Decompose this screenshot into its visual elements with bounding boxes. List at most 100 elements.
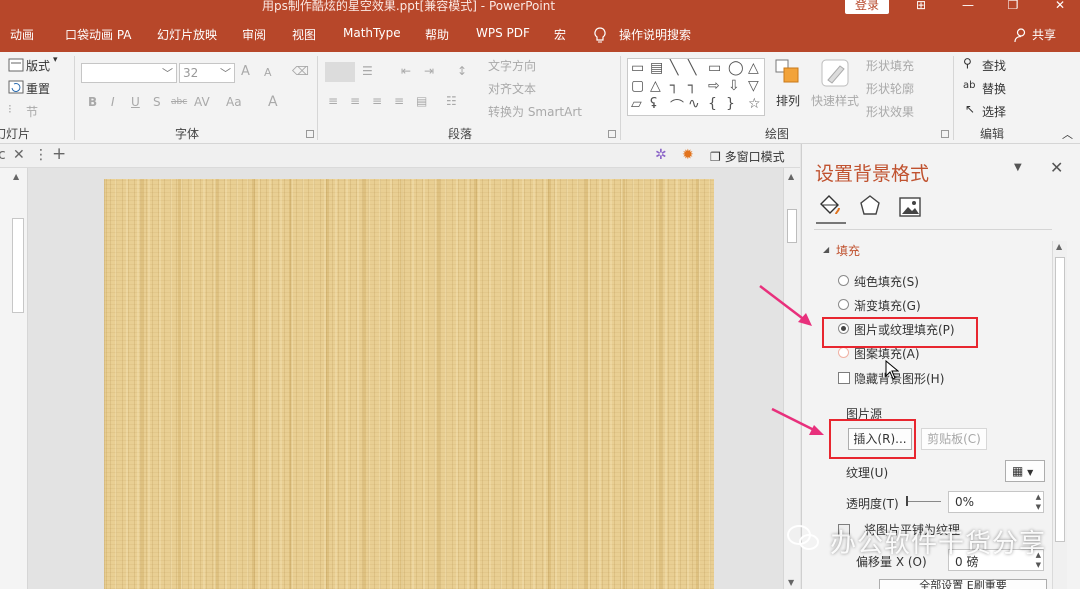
align-right-button[interactable]: ≡ <box>372 94 382 108</box>
multi-window-button[interactable]: ❐ 多窗口模式 <box>710 148 785 165</box>
scroll-up-icon[interactable]: ▲ <box>1056 242 1062 251</box>
fill-bucket-icon[interactable] <box>817 194 843 218</box>
ribbon-display-icon[interactable]: ⊞ <box>906 0 936 14</box>
shape-outline-button[interactable]: 形状轮廓 <box>866 80 914 97</box>
reset-button[interactable]: 重置 <box>26 80 50 97</box>
font-name-box[interactable]: ﹀ <box>81 63 177 83</box>
hide-background-checkbox[interactable] <box>838 372 850 384</box>
tell-me-search[interactable]: 操作说明搜索 <box>619 26 691 43</box>
tab-mathtype[interactable]: MathType <box>343 26 401 40</box>
scroll-up-icon[interactable]: ▲ <box>788 172 794 181</box>
decrease-indent-button[interactable]: ⇤ <box>401 64 411 78</box>
gradient-fill-label[interactable]: 渐变填充(G) <box>854 297 921 314</box>
convert-smartart-button[interactable]: 转换为 SmartArt <box>488 103 582 120</box>
apply-all-button[interactable]: 全部设置 E刷重要 <box>879 579 1047 589</box>
shrink-font-button[interactable]: A <box>264 66 272 79</box>
align-center-button[interactable]: ≡ <box>350 94 360 108</box>
transparency-slider-thumb[interactable] <box>906 496 908 506</box>
bullets-button[interactable] <box>325 62 355 82</box>
char-spacing-button[interactable]: AV <box>194 95 210 109</box>
pane-scroll-thumb[interactable] <box>1055 257 1065 542</box>
solid-fill-radio[interactable] <box>838 275 849 286</box>
select-button[interactable]: 选择 <box>982 103 1006 120</box>
scroll-up-icon[interactable]: ▲ <box>13 172 19 181</box>
shadow-button[interactable]: S <box>153 95 161 109</box>
underline-button[interactable]: U <box>131 95 140 109</box>
ribbon: 版式 ▾ 重置 ⁝ 节 幻灯片 ﹀ 32 ﹀ A A ⌫ B I U S abc … <box>0 52 1080 144</box>
close-pane-icon[interactable]: ✕ <box>13 147 25 163</box>
grow-font-button[interactable]: A <box>241 64 250 79</box>
magic-icon[interactable]: ✲ <box>655 147 667 163</box>
pane-scrollbar[interactable]: ▲ <box>1052 241 1067 589</box>
share-button[interactable]: 共享 <box>1032 26 1056 43</box>
close-window-icon[interactable]: ✕ <box>1045 0 1075 14</box>
pane-options-icon[interactable]: ▼ <box>1014 162 1022 173</box>
layout-dropdown-icon[interactable]: ▾ <box>53 55 58 65</box>
scroll-thumb[interactable] <box>787 209 797 243</box>
user-icon <box>1014 28 1026 42</box>
layout-button[interactable]: 版式 <box>26 57 50 74</box>
gradient-fill-radio[interactable] <box>838 299 849 310</box>
texture-picker[interactable]: ▦ ▼ <box>1005 460 1045 482</box>
tab-wps-pdf[interactable]: WPS PDF <box>476 26 530 40</box>
find-button[interactable]: 查找 <box>982 57 1006 74</box>
strikethrough-button[interactable]: abc <box>171 97 187 107</box>
collapse-ribbon-icon[interactable]: ︿ <box>1062 126 1073 142</box>
hide-background-label[interactable]: 隐藏背景图形(H) <box>854 370 944 387</box>
tab-view[interactable]: 视图 <box>292 26 316 43</box>
pattern-fill-radio[interactable] <box>838 347 849 358</box>
transparency-slider[interactable] <box>907 501 941 502</box>
shape-effects-button[interactable]: 形状效果 <box>866 103 914 120</box>
gear-icon[interactable]: ✹ <box>682 147 694 163</box>
paragraph-dialog-launcher[interactable] <box>608 130 616 138</box>
shape-fill-button[interactable]: 形状填充 <box>866 57 914 74</box>
effects-pentagon-icon[interactable] <box>858 194 882 218</box>
text-direction-button[interactable]: 文字方向 <box>488 57 536 74</box>
drawing-dialog-launcher[interactable] <box>941 130 949 138</box>
tab-macro[interactable]: 宏 <box>554 26 566 43</box>
tab-help[interactable]: 帮助 <box>425 26 449 43</box>
clipboard-button[interactable]: 剪贴板(C) <box>921 428 987 450</box>
collapse-fill-icon[interactable]: ◢ <box>823 245 829 254</box>
fill-section-header[interactable]: 填充 <box>836 242 860 259</box>
font-dialog-launcher[interactable] <box>306 130 314 138</box>
tab-pocket-animation[interactable]: 口袋动画 PA <box>65 26 132 43</box>
bold-button[interactable]: B <box>88 95 97 109</box>
close-pane-icon[interactable]: ✕ <box>1050 158 1063 177</box>
picture-icon[interactable] <box>898 196 922 218</box>
replace-button[interactable]: 替换 <box>982 80 1006 97</box>
clear-format-icon[interactable]: ⌫ <box>292 64 309 78</box>
font-color-button[interactable]: A <box>268 94 278 110</box>
thumbnail-scroll-thumb[interactable] <box>12 218 24 313</box>
font-size-box[interactable]: 32 ﹀ <box>179 63 235 83</box>
minimize-icon[interactable]: — <box>953 0 983 14</box>
change-case-button[interactable]: Aa <box>226 95 242 109</box>
shapes-gallery[interactable]: ▭ ▤ ╲ ╲ ▭ ◯ △ ▢ △ ┐ ┐ ⇨ ⇩ ▽ ▱ ʢ ⌒ ∿{} ☆ <box>627 58 765 116</box>
login-button[interactable]: 登录 <box>845 0 889 14</box>
tab-animation[interactable]: 动画 <box>10 26 34 43</box>
align-text-button[interactable]: 对齐文本 <box>488 80 536 97</box>
scroll-down-icon[interactable]: ▼ <box>788 578 794 587</box>
arrange-button[interactable]: 排列 <box>776 92 800 109</box>
quick-styles-button[interactable]: 快速样式 <box>811 92 859 109</box>
justify-button[interactable]: ≡ <box>394 94 404 108</box>
columns-button[interactable]: ☷ <box>446 94 457 108</box>
distribute-button[interactable]: ▤ <box>416 94 427 108</box>
solid-fill-label[interactable]: 纯色填充(S) <box>854 273 919 290</box>
more-icon[interactable]: ⋮ <box>34 147 48 163</box>
add-tab-icon[interactable]: + <box>52 144 66 164</box>
italic-button[interactable]: I <box>111 95 115 109</box>
section-button[interactable]: 节 <box>26 103 38 120</box>
tab-review[interactable]: 审阅 <box>242 26 266 43</box>
group-label-drawing: 绘图 <box>765 127 790 141</box>
line-spacing-button[interactable]: ↕ <box>457 64 467 78</box>
slide-canvas[interactable] <box>104 179 714 589</box>
transparency-input[interactable]: 0% ▲ ▼ <box>948 491 1044 513</box>
numbering-button[interactable]: ☰ <box>362 64 373 78</box>
ribbon-separator <box>953 56 954 140</box>
tab-slideshow[interactable]: 幻灯片放映 <box>157 26 217 43</box>
increase-indent-button[interactable]: ⇥ <box>424 64 434 78</box>
restore-icon[interactable]: ❐ <box>998 0 1028 14</box>
pane-divider <box>814 229 1052 230</box>
align-left-button[interactable]: ≡ <box>328 94 338 108</box>
